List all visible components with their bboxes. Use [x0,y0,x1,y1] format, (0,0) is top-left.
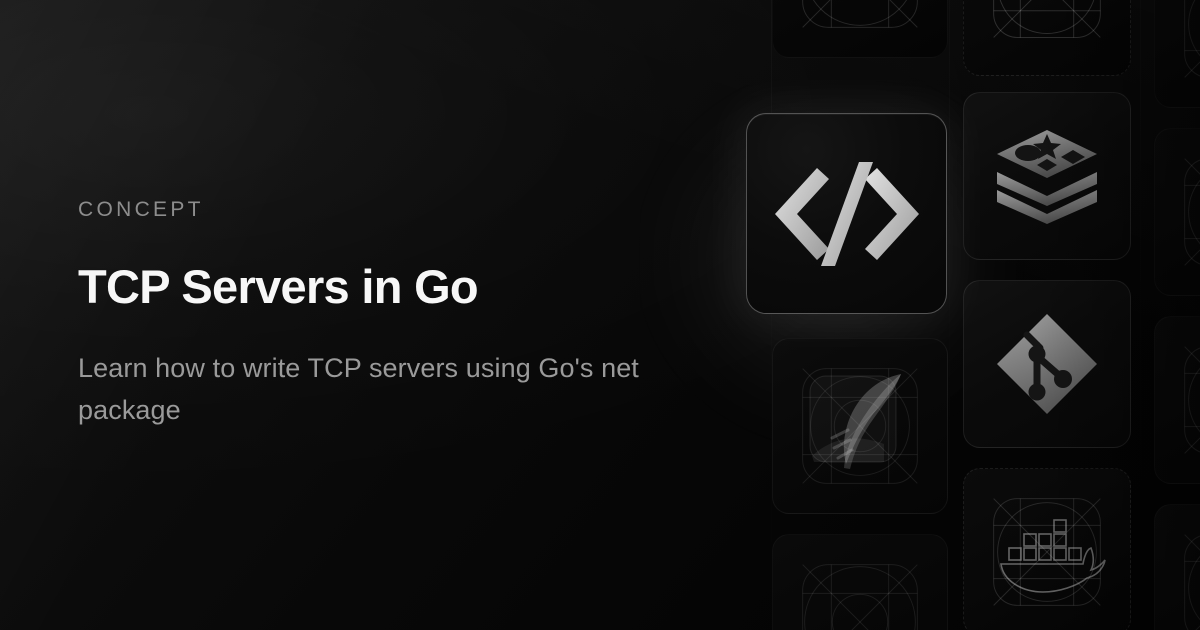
hero-text-block: CONCEPT TCP Servers in Go Learn how to w… [78,0,698,630]
column-divider-2 [949,0,950,630]
page-title: TCP Servers in Go [78,260,479,314]
page-subtitle: Learn how to write TCP servers using Go'… [78,352,639,425]
og-card: CONCEPT TCP Servers in Go Learn how to w… [0,0,1200,630]
category-eyebrow: CONCEPT [78,198,204,222]
column-divider-3 [1140,0,1141,630]
column-divider-1 [771,0,772,630]
